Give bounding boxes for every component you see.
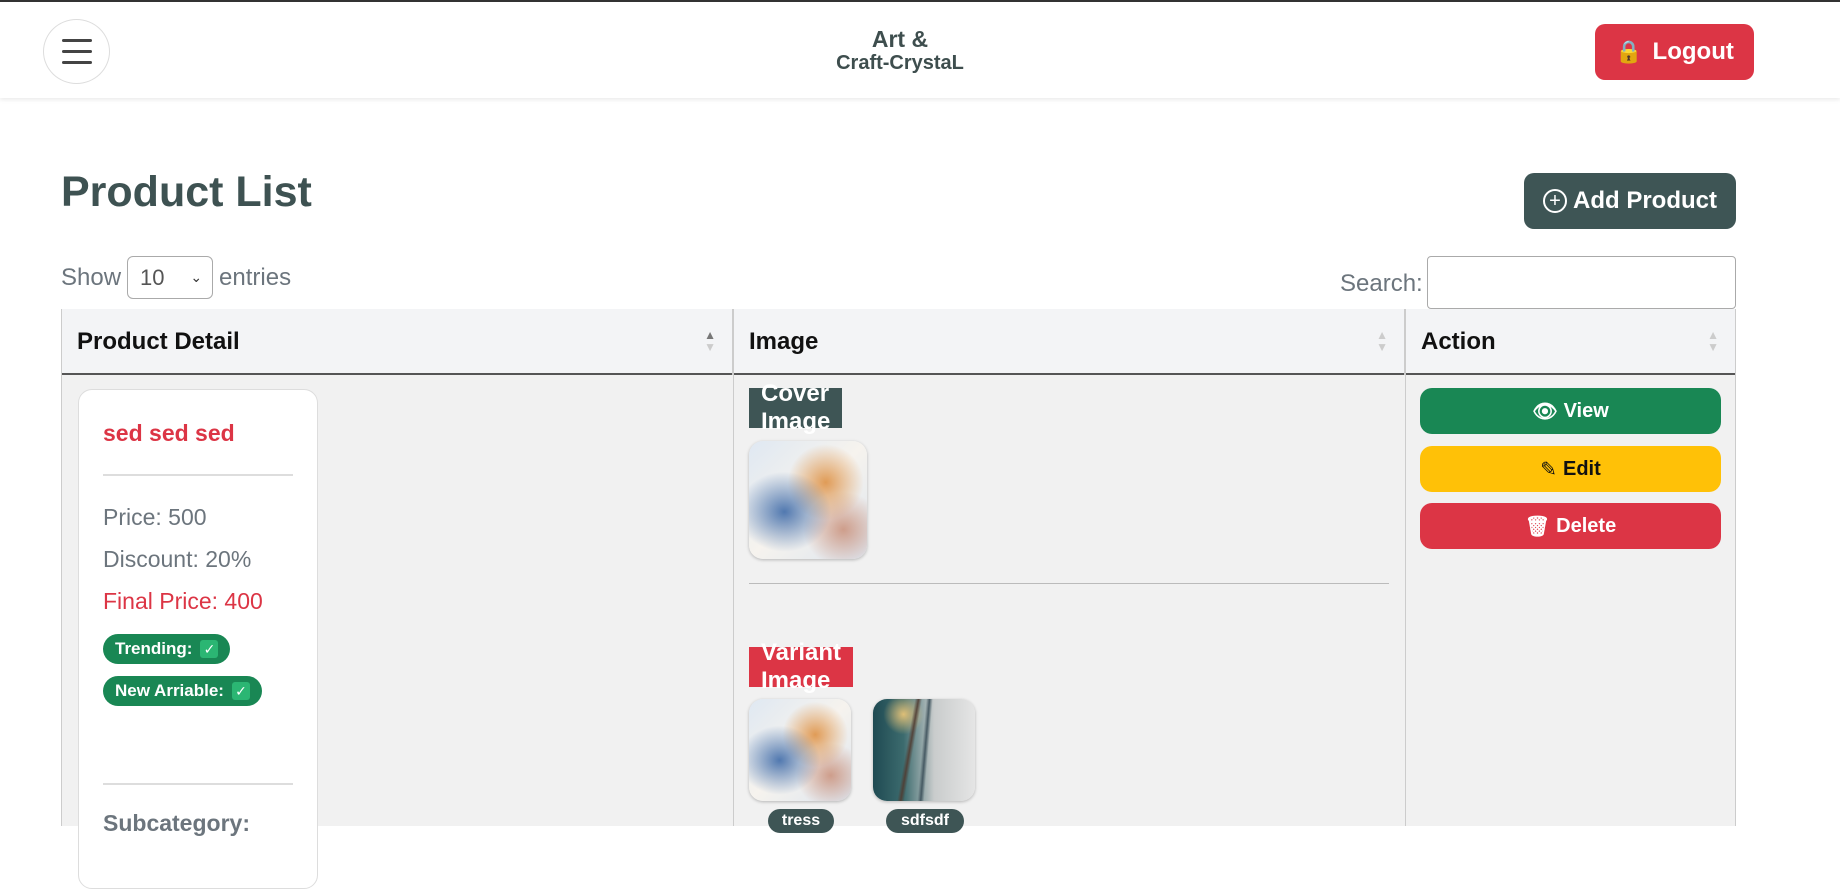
column-divider — [61, 309, 62, 826]
checkmark-icon: ✓ — [231, 682, 250, 700]
column-label: Product Detail — [77, 328, 240, 355]
brand-line1: Art & — [871, 26, 929, 52]
plus-circle-icon: + — [1543, 189, 1567, 213]
variant-name-pill: tress — [768, 809, 834, 833]
search-label: Search: — [1340, 270, 1423, 297]
eye-icon: 👁 — [1532, 400, 1558, 423]
brand-logo[interactable]: Art & Craft-CrystaL — [800, 26, 1000, 75]
entries-select[interactable]: 10 ⌄ — [127, 256, 214, 299]
logout-button[interactable]: 🔒 Logout — [1595, 24, 1754, 80]
product-detail-card: sed sed sed Price: 500 Discount: 20% Fin… — [78, 389, 318, 889]
chevron-down-icon: ⌄ — [190, 269, 203, 285]
sort-icon: ▲ ▼ — [1376, 328, 1388, 354]
menu-bar-icon — [61, 61, 92, 64]
cover-image-label: Cover Image — [749, 380, 843, 435]
delete-label: Delete — [1556, 514, 1617, 537]
divider — [103, 783, 293, 785]
subcategory-label: Subcategory: — [103, 810, 250, 836]
divider — [103, 474, 293, 476]
product-final-price: Final Price: 400 — [103, 588, 263, 614]
add-product-button[interactable]: + Add Product — [1524, 173, 1736, 229]
lock-icon: 🔒 — [1615, 39, 1643, 64]
variant-image-label: Variant Image — [749, 639, 854, 694]
entries-value: 10 — [140, 264, 165, 290]
variant-image-thumbnail[interactable] — [873, 699, 975, 801]
menu-bar-icon — [61, 39, 92, 42]
search-input[interactable] — [1427, 256, 1736, 309]
add-product-label: Add Product — [1573, 187, 1717, 214]
new-arrival-badge: New Arriable: ✓ — [103, 676, 262, 706]
product-discount: Discount: 20% — [103, 546, 252, 572]
column-label: Image — [749, 328, 819, 355]
variant-name-pill: sdfsdf — [886, 809, 964, 833]
sort-icon: ▲ ▼ — [1707, 328, 1719, 354]
hamburger-menu-button[interactable] — [43, 19, 110, 84]
logout-label: Logout — [1652, 38, 1734, 65]
checkmark-icon: ✓ — [200, 640, 219, 658]
cover-image-thumbnail[interactable] — [749, 441, 867, 559]
delete-button[interactable]: 🗑 Delete — [1420, 503, 1721, 549]
trending-badge: Trending: ✓ — [103, 634, 231, 664]
view-label: View — [1563, 399, 1609, 422]
column-divider — [1735, 309, 1736, 826]
variant-image-thumbnail[interactable] — [749, 699, 851, 801]
top-navbar: Art & Craft-CrystaL 🔒 Logout — [0, 2, 1840, 98]
edit-button[interactable]: ✎ Edit — [1420, 446, 1721, 492]
divider — [749, 583, 1389, 584]
product-table: Product Detail ▲ ▼ Image ▲ ▼ Action ▲ ▼ sed… — [61, 309, 1736, 889]
product-price: Price: 500 — [103, 504, 207, 530]
product-name: sed sed sed — [103, 420, 235, 446]
table-row: sed sed sed Price: 500 Discount: 20% Fin… — [61, 375, 1736, 889]
column-header-product-detail[interactable]: Product Detail ▲ ▼ — [61, 309, 733, 375]
column-divider — [1405, 309, 1406, 826]
view-button[interactable]: 👁 View — [1420, 388, 1721, 434]
column-divider — [733, 309, 734, 826]
column-header-action[interactable]: Action ▲ ▼ — [1405, 309, 1736, 375]
page-title: Product List — [61, 168, 312, 216]
trash-icon: 🗑 — [1524, 515, 1551, 538]
sort-icon: ▲ ▼ — [704, 328, 716, 354]
edit-label: Edit — [1562, 457, 1601, 480]
trending-label: Trending: — [115, 639, 193, 658]
menu-bar-icon — [61, 50, 92, 53]
column-header-image[interactable]: Image ▲ ▼ — [733, 309, 1405, 375]
entries-label: entries — [219, 263, 292, 291]
column-label: Action — [1421, 328, 1496, 355]
entries-length-control: Show 10 ⌄ entries — [61, 256, 291, 299]
brand-line2: Craft-CrystaL — [836, 52, 964, 75]
edit-icon: ✎ — [1540, 458, 1557, 481]
new-arrival-label: New Arriable: — [115, 681, 224, 700]
show-label: Show — [61, 263, 122, 291]
table-header: Product Detail ▲ ▼ Image ▲ ▼ Action ▲ ▼ — [61, 309, 1736, 375]
